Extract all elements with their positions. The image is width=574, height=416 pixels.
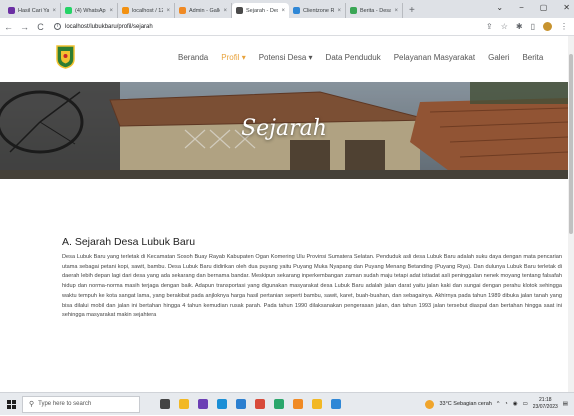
taskbar-app-icon[interactable] xyxy=(236,399,246,409)
windows-taskbar: ⚲ Type here to search 33°C Sebagian cera… xyxy=(0,392,574,415)
tab-label: Hasil Cari Yahoo xyxy=(18,7,50,14)
extensions-icon[interactable]: ✱ xyxy=(516,22,523,31)
volume-icon[interactable]: ◉ xyxy=(513,401,518,407)
maximize-button[interactable]: ▢ xyxy=(540,3,548,12)
tab-close-icon[interactable]: × xyxy=(109,8,113,14)
new-tab-button[interactable]: + xyxy=(403,3,421,18)
back-icon[interactable]: ← xyxy=(4,22,13,32)
tab-favicon-icon xyxy=(179,7,186,14)
browser-tab[interactable]: (4) WhatsApp × xyxy=(61,3,118,18)
bookmark-star-icon[interactable]: ☆ xyxy=(501,22,508,31)
taskbar-app-icon[interactable] xyxy=(312,399,322,409)
tab-favicon-icon xyxy=(65,7,72,14)
window-controls: ⌄ − ▢ ✕ xyxy=(496,3,570,12)
start-button[interactable] xyxy=(0,393,22,416)
taskbar-app-icon[interactable] xyxy=(179,399,189,409)
notification-icon[interactable]: ▤ xyxy=(563,401,568,407)
search-icon: ⚲ xyxy=(29,401,35,408)
clock-time: 21:18 xyxy=(539,397,552,403)
tab-favicon-icon xyxy=(8,7,15,14)
tab-search-icon[interactable]: ⌄ xyxy=(496,3,503,12)
site-info-icon[interactable]: i xyxy=(54,23,61,30)
nav-link-pelayanan-masyarakat[interactable]: Pelayanan Masyarakat xyxy=(394,53,475,62)
tray-chevron-icon[interactable]: ^ xyxy=(497,401,500,407)
history-paragraph: Desa Lubuk Baru yang terletak di Kecamat… xyxy=(62,254,562,319)
nav-link-galeri[interactable]: Galeri xyxy=(488,53,509,62)
hero-banner: Sejarah xyxy=(0,82,568,179)
tab-favicon-icon xyxy=(236,7,243,14)
tab-close-icon[interactable]: × xyxy=(281,8,285,14)
tab-close-icon[interactable]: × xyxy=(52,8,56,14)
tab-label: Sejarah - Desa L xyxy=(246,7,278,14)
reload-icon[interactable]: C xyxy=(36,22,45,32)
browser-tab[interactable]: Hasil Cari Yahoo× xyxy=(4,3,61,18)
tab-favicon-icon xyxy=(350,7,357,14)
taskbar-app-icon[interactable] xyxy=(255,399,265,409)
weather-icon[interactable] xyxy=(425,399,435,409)
search-placeholder: Type here to search xyxy=(38,401,92,407)
history-section: A. Sejarah Desa Lubuk Baru Desa Lubuk Ba… xyxy=(62,236,562,321)
tab-label: (4) WhatsApp xyxy=(75,7,107,14)
browser-tab-strip: Hasil Cari Yahoo×(4) WhatsApp×localhost … xyxy=(0,0,574,18)
share-icon[interactable]: ⇪ xyxy=(486,22,493,31)
address-bar-row: ← → C i localhost/lubukbaru/profil/sejar… xyxy=(0,18,574,36)
tab-label: Clientzone Rumw xyxy=(303,7,335,14)
tab-close-icon[interactable]: × xyxy=(394,8,398,14)
main-menu: Beranda Profil ▾ Potensi Desa ▾ Data Pendud… xyxy=(178,53,543,62)
nav-link-data-penduduk[interactable]: Data Penduduk xyxy=(326,53,381,62)
village-logo[interactable] xyxy=(56,45,75,69)
tab-close-icon[interactable]: × xyxy=(337,8,341,14)
tab-list: Hasil Cari Yahoo×(4) WhatsApp×localhost … xyxy=(4,3,403,18)
close-window-button[interactable]: ✕ xyxy=(563,3,570,12)
scrollbar-thumb[interactable] xyxy=(569,54,573,234)
forward-icon[interactable]: → xyxy=(20,22,29,32)
network-icon[interactable]: ◔ xyxy=(504,401,507,407)
minimize-button[interactable]: − xyxy=(519,3,524,12)
profile-avatar[interactable] xyxy=(543,22,552,31)
nav-link-beranda[interactable]: Beranda xyxy=(178,53,208,62)
tab-favicon-icon xyxy=(293,7,300,14)
taskbar-app-icon[interactable] xyxy=(331,399,341,409)
nav-link-berita[interactable]: Berita xyxy=(522,53,543,62)
tab-favicon-icon xyxy=(122,7,129,14)
nav-link-profil[interactable]: Profil ▾ xyxy=(221,53,245,62)
section-heading: A. Sejarah Desa Lubuk Baru xyxy=(62,236,196,248)
taskbar-app-icon[interactable] xyxy=(293,399,303,409)
windows-logo-icon xyxy=(6,399,16,409)
tab-label: localhost / 127.0 xyxy=(132,7,163,14)
taskbar-app-icon[interactable] xyxy=(160,399,170,409)
site-navbar: Beranda Profil ▾ Potensi Desa ▾ Data Pendud… xyxy=(0,36,568,82)
tab-label: Admin - Gallery xyxy=(189,7,220,14)
clock[interactable]: 21:18 23/07/2023 xyxy=(533,397,558,411)
browser-tab[interactable]: Berita - Desa Ka× xyxy=(346,3,403,18)
browser-tab[interactable]: Sejarah - Desa L× xyxy=(232,3,289,18)
tab-close-icon[interactable]: × xyxy=(166,8,170,14)
taskbar-app-icon[interactable] xyxy=(217,399,227,409)
page-scrollbar[interactable] xyxy=(568,36,574,392)
keyboard-icon[interactable]: ▭ xyxy=(523,401,528,407)
taskbar-search[interactable]: ⚲ Type here to search xyxy=(22,395,140,413)
browser-tab[interactable]: Admin - Gallery× xyxy=(175,3,232,18)
tab-close-icon[interactable]: × xyxy=(223,8,227,14)
menu-kebab-icon[interactable]: ⋮ xyxy=(560,22,568,31)
address-text[interactable]: localhost/lubukbaru/profil/sejarah xyxy=(65,24,153,30)
sidebar-icon[interactable]: ▯ xyxy=(531,22,535,31)
tab-label: Berita - Desa Ka xyxy=(360,7,392,14)
taskbar-apps xyxy=(160,399,341,409)
clock-date: 23/07/2023 xyxy=(532,404,558,410)
browser-tab[interactable]: localhost / 127.0× xyxy=(118,3,175,18)
address-bar[interactable]: i localhost/lubukbaru/profil/sejarah xyxy=(54,23,153,30)
taskbar-app-icon[interactable] xyxy=(274,399,284,409)
weather-text[interactable]: 33°C Sebagian cerah xyxy=(439,401,491,407)
nav-link-potensi-desa[interactable]: Potensi Desa ▾ xyxy=(259,53,313,62)
taskbar-app-icon[interactable] xyxy=(198,399,208,409)
browser-toolbar-right: ⇪ ☆ ✱ ▯ ⋮ xyxy=(486,22,568,31)
browser-tab[interactable]: Clientzone Rumw× xyxy=(289,3,346,18)
system-tray: 33°C Sebagian cerah ^ ◔ ◉ ▭ 21:18 23/07/… xyxy=(425,397,568,411)
hero-title: Sejarah xyxy=(241,116,327,141)
